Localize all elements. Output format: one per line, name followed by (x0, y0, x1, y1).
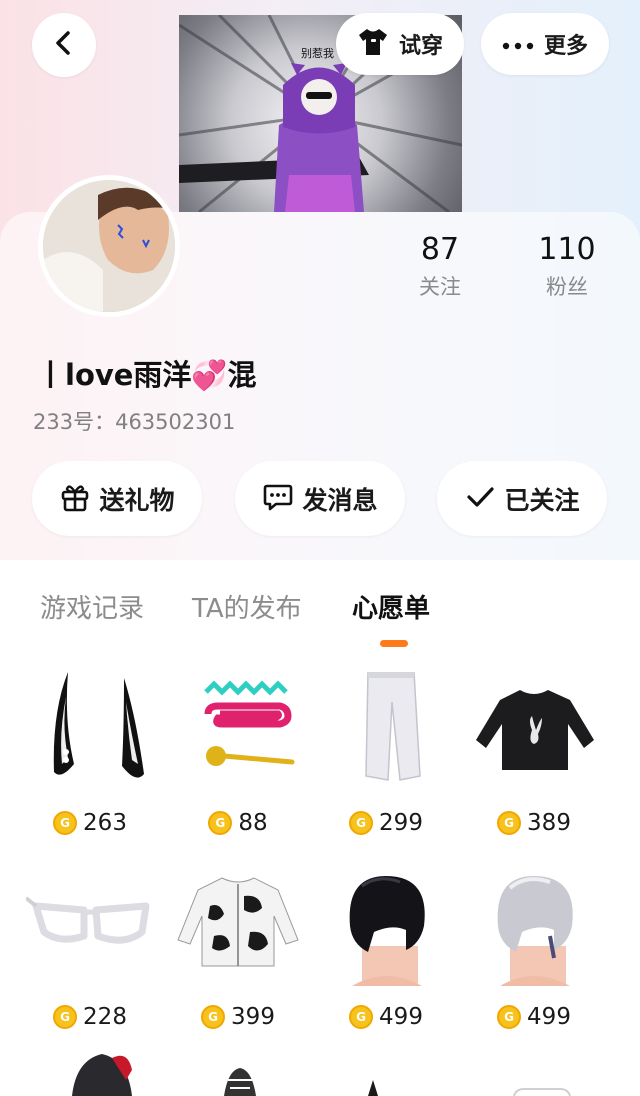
item-price: G 263 (16, 810, 164, 836)
following-label: 关注 (419, 275, 461, 299)
coin-icon: G (208, 811, 233, 835)
white-pants-image (365, 672, 421, 781)
wishlist-item-white-glasses[interactable]: G 228 (16, 866, 164, 1056)
followers-count: 110 (538, 232, 596, 267)
following-count: 87 (420, 232, 460, 267)
price-value: 499 (379, 1004, 423, 1030)
price-value: 299 (379, 810, 423, 836)
back-button[interactable] (32, 13, 96, 77)
item-price: G 389 (460, 810, 608, 836)
silver-hair-image (497, 876, 573, 986)
coin-icon: G (201, 1005, 226, 1029)
nickname: 丨love雨洋💞混 (36, 358, 257, 392)
more-button[interactable]: 更多 (481, 13, 609, 75)
more-dots-icon (502, 35, 534, 54)
item-price: G 499 (460, 1004, 608, 1030)
black-sweater-image (476, 690, 594, 770)
profile-tabs: 游戏记录 TA的发布 心愿单 (0, 588, 640, 628)
followers-stat[interactable]: 110 粉丝 (522, 232, 612, 301)
wishlist-item-partial-4[interactable] (512, 1088, 572, 1096)
gift-icon (59, 481, 91, 517)
chat-bubble-icon (262, 481, 294, 517)
coin-icon: G (497, 1005, 522, 1029)
avatar-photo (43, 180, 175, 312)
item-price: G 228 (16, 1004, 164, 1030)
white-glasses-image (26, 896, 150, 944)
send-message-button[interactable]: 发消息 (235, 461, 405, 536)
coin-icon: G (497, 811, 522, 835)
try-on-label: 试穿 (398, 34, 443, 59)
price-value: 263 (83, 810, 127, 836)
wishlist-item-white-pants[interactable]: G 299 (312, 672, 460, 862)
coin-icon: G (349, 811, 374, 835)
coin-icon: G (53, 1005, 78, 1029)
coin-icon: G (53, 811, 78, 835)
price-value: 499 (527, 1004, 571, 1030)
avatar[interactable] (38, 175, 180, 317)
hair-clips-image (204, 680, 295, 766)
wishlist-item-partial-1[interactable] (62, 1050, 142, 1096)
chevron-left-icon (50, 29, 78, 61)
price-value: 399 (231, 1004, 275, 1030)
following-stat[interactable]: 87 关注 (395, 232, 485, 301)
wishlist-item-cow-print-jacket[interactable]: G 399 (164, 866, 312, 1056)
checkmark-icon (464, 481, 496, 517)
followed-button[interactable]: 已关注 (437, 461, 607, 536)
tab-wishlist[interactable]: 心愿单 (352, 588, 430, 625)
horns-image (53, 672, 144, 778)
wishlist-item-black-sweater[interactable]: G 389 (460, 672, 608, 862)
price-value: 228 (83, 1004, 127, 1030)
tab-game-records[interactable]: 游戏记录 (40, 588, 144, 625)
item-price: G 299 (312, 810, 460, 836)
cow-print-jacket-image (177, 877, 299, 967)
wishlist-item-partial-3[interactable] (366, 1080, 380, 1096)
send-gift-button[interactable]: 送礼物 (32, 461, 202, 536)
wishlist-item-black-hair[interactable]: G 499 (312, 866, 460, 1056)
wishlist-item-hair-clips[interactable]: G 88 (164, 672, 312, 862)
wishlist-item-partial-2[interactable] (220, 1066, 260, 1096)
item-price: G 399 (164, 1004, 312, 1030)
wishlist-item-horns[interactable]: G 263 (16, 672, 164, 862)
item-price: G 88 (164, 810, 312, 836)
wishlist-item-silver-hair[interactable]: G 499 (460, 866, 608, 1056)
followers-label: 粉丝 (546, 275, 588, 299)
more-label: 更多 (543, 34, 588, 59)
item-price: G 499 (312, 1004, 460, 1030)
coin-icon: G (349, 1005, 374, 1029)
tshirt-icon (357, 27, 389, 61)
tab-posts[interactable]: TA的发布 (192, 588, 302, 625)
send-message-label: 发消息 (302, 485, 378, 515)
account-id: 233号：463502301 (33, 410, 236, 434)
followed-label: 已关注 (504, 485, 580, 515)
black-hair-image (349, 876, 425, 986)
price-value: 389 (527, 810, 571, 836)
banner-caption: 别惹我 (301, 47, 334, 60)
try-on-button[interactable]: 试穿 (336, 13, 464, 75)
price-value: 88 (238, 810, 268, 836)
active-tab-indicator (380, 640, 408, 647)
send-gift-label: 送礼物 (99, 485, 175, 515)
